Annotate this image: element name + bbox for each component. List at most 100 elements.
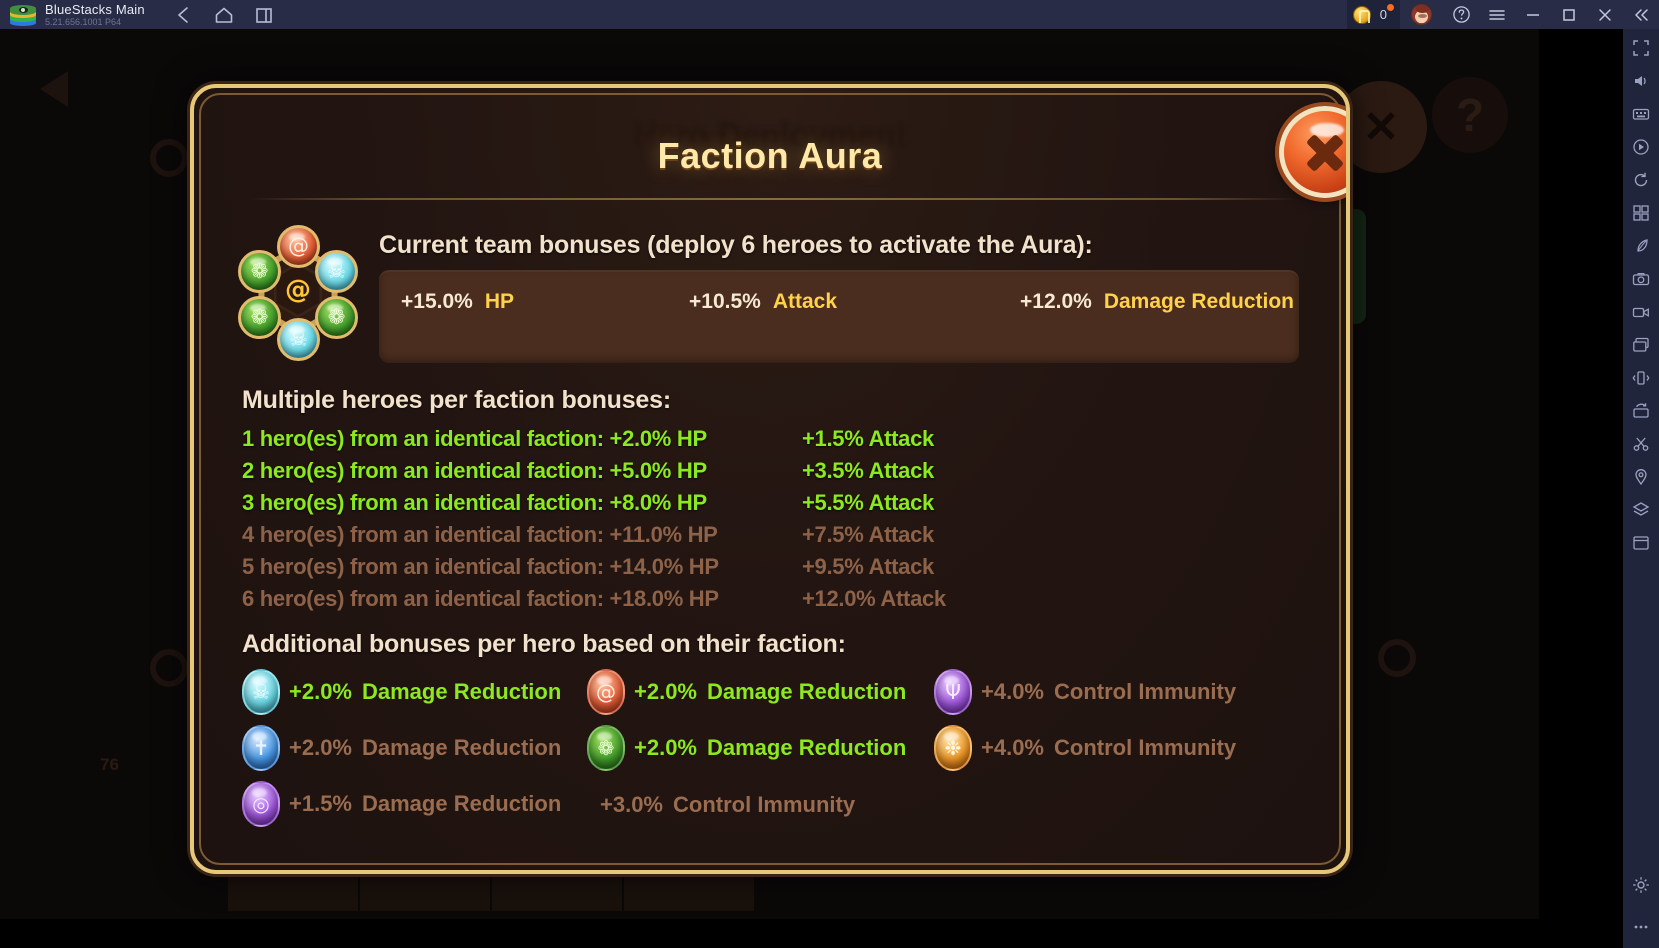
- ab2-stat: Damage Reduction: [707, 679, 907, 704]
- hamburger-menu-icon[interactable]: [1479, 0, 1515, 29]
- eye-glyph: ◎: [252, 792, 270, 816]
- ab6-stat: Control Immunity: [1054, 735, 1237, 760]
- ab7-value: +1.5%: [289, 791, 352, 816]
- titlebar-right-group: 0: [1346, 0, 1659, 29]
- faction-aura-wheel: @ @ ☠ ❁ ☠ ❁ ❁: [236, 225, 360, 361]
- team-bonus-dr-value: +12.0%: [1020, 290, 1092, 313]
- app-title: BlueStacks Main: [45, 1, 145, 17]
- bg-decor-spiral-right: [1378, 639, 1416, 677]
- trident-orb-icon: Ψ: [934, 669, 972, 715]
- bg-tab-3[interactable]: [492, 869, 622, 911]
- home-icon[interactable]: [213, 4, 235, 26]
- video-camera-icon[interactable]: [1628, 299, 1654, 325]
- coin-counter[interactable]: 0: [1346, 0, 1400, 29]
- bg-tab-2[interactable]: [360, 869, 490, 911]
- keyboard-icon[interactable]: [1628, 101, 1654, 127]
- additional-bonus-row-2: ✝ +2.0% Damage Reduction ❁ +2.0% Damage Re…: [242, 725, 1302, 771]
- team-bonus-attack-value: +10.5%: [689, 290, 761, 313]
- bg-close-glyph: ✕: [1362, 102, 1400, 152]
- rotate-record-icon[interactable]: [1628, 167, 1654, 193]
- orb-lower-right-leaf: ❁: [315, 296, 358, 339]
- layers-icon[interactable]: [1628, 497, 1654, 523]
- multi-row-5-label: 5 hero(es) from an identical faction: +1…: [242, 554, 719, 579]
- rotate-screen-icon[interactable]: [1628, 398, 1654, 424]
- help-circle-icon[interactable]: [1443, 0, 1479, 29]
- orb-lower-left-leaf: ❁: [238, 296, 281, 339]
- spiral-orb-icon: @: [587, 669, 625, 715]
- spiral-core-icon: @: [285, 275, 311, 305]
- ab6-value: +4.0%: [981, 735, 1044, 760]
- ellipsis-icon[interactable]: [1628, 914, 1654, 940]
- coin-icon: [1352, 5, 1371, 24]
- game-bottom-letterbox: [0, 919, 1539, 948]
- current-team-bonus-box: +15.0% HP +10.5% Attack +12.0% Damage Reduc…: [379, 270, 1299, 363]
- minimize-icon[interactable]: [1515, 0, 1551, 29]
- flame-orb-icon: ❉: [934, 725, 972, 771]
- skull-glyph-2: ☠: [289, 327, 308, 351]
- maximize-icon[interactable]: [1551, 0, 1587, 29]
- speaker-icon[interactable]: [1628, 68, 1654, 94]
- title-divider: [249, 198, 1299, 200]
- orb-bottom-skull: ☠: [277, 318, 320, 361]
- image-stack-icon[interactable]: [1628, 332, 1654, 358]
- eye-orb-icon: ◎: [242, 781, 280, 827]
- skull-glyph: ☠: [252, 680, 270, 704]
- bg-tab-4[interactable]: [624, 869, 754, 911]
- close-x-icon[interactable]: [1587, 0, 1623, 29]
- ab8-stat: Control Immunity: [673, 792, 856, 817]
- multi-row-5-attack: +9.5% Attack: [802, 554, 934, 579]
- camera-icon[interactable]: [1628, 266, 1654, 292]
- team-bonus-dr: +12.0% Damage Reduction: [1020, 290, 1294, 314]
- back-arrow-icon[interactable]: [24, 67, 94, 111]
- shake-phone-icon[interactable]: [1628, 365, 1654, 391]
- team-bonus-hp: +15.0% HP: [401, 290, 514, 314]
- scissors-icon[interactable]: [1628, 431, 1654, 457]
- multi-row-3-label: 3 hero(es) from an identical faction: +8…: [242, 490, 707, 515]
- multi-row-6-label: 6 hero(es) from an identical faction: +1…: [242, 586, 719, 611]
- app-window-icon[interactable]: [1628, 530, 1654, 556]
- dialog-title: Faction Aura: [657, 135, 883, 176]
- ab7-stat: Damage Reduction: [362, 791, 562, 816]
- bg-star-rating: 76: [100, 755, 119, 774]
- additional-bonus-cell-4: ✝ +2.0% Damage Reduction: [242, 725, 579, 771]
- notification-dot: [1387, 4, 1394, 11]
- ab2-value: +2.0%: [634, 679, 697, 704]
- orb-top-spiral: @: [277, 225, 320, 268]
- bluestacks-toolbar: [1623, 29, 1659, 948]
- ab3-stat: Control Immunity: [1054, 679, 1237, 704]
- trident-glyph: Ψ: [945, 680, 961, 704]
- user-avatar-icon[interactable]: [1411, 4, 1432, 25]
- leaf-eco-icon[interactable]: [1628, 233, 1654, 259]
- additional-bonus-text-3: +4.0% Control Immunity: [981, 679, 1301, 705]
- bg-decor-spiral-bl: [150, 649, 188, 687]
- multi-row-1-attack: +1.5% Attack: [802, 426, 934, 451]
- flame-glyph: ❉: [944, 736, 962, 760]
- arrow-left-icon[interactable]: [173, 4, 195, 26]
- additional-bonus-cell-7: ◎ +1.5% Damage Reduction: [242, 781, 561, 827]
- additional-bonus-text-1: +2.0% Damage Reduction: [289, 679, 579, 705]
- map-pin-icon[interactable]: [1628, 464, 1654, 490]
- ab8-value: +3.0%: [600, 792, 663, 817]
- close-x-icon: [1302, 129, 1346, 175]
- gear-icon[interactable]: [1628, 872, 1654, 898]
- bg-decor-spiral-left: [150, 139, 188, 177]
- multi-row-2: 2 hero(es) from an identical faction: +5…: [242, 458, 934, 484]
- fullscreen-icon[interactable]: [1628, 35, 1654, 61]
- double-chevron-left-icon[interactable]: [1623, 0, 1659, 29]
- coin-count: 0: [1379, 7, 1387, 22]
- current-team-bonus-row: +15.0% HP +10.5% Attack +12.0% Damage Reduc…: [379, 290, 1299, 320]
- bg-help-button[interactable]: ?: [1432, 77, 1508, 153]
- grid-instances-icon[interactable]: [1628, 200, 1654, 226]
- bluestacks-logo-icon: [10, 4, 36, 26]
- bg-tab-1[interactable]: [228, 869, 358, 911]
- spiral-glyph: @: [596, 680, 616, 704]
- ab5-value: +2.0%: [634, 735, 697, 760]
- ab5-stat: Damage Reduction: [707, 735, 907, 760]
- multi-window-icon[interactable]: [253, 4, 275, 26]
- play-record-icon[interactable]: [1628, 134, 1654, 160]
- multi-row-3-attack: +5.5% Attack: [802, 490, 934, 515]
- multi-row-1: 1 hero(es) from an identical faction: +2…: [242, 426, 934, 452]
- multi-hero-bonuses-heading: Multiple heroes per faction bonuses:: [242, 386, 671, 414]
- bluestacks-side-area: [1539, 29, 1659, 948]
- bg-help-glyph: ?: [1455, 89, 1485, 141]
